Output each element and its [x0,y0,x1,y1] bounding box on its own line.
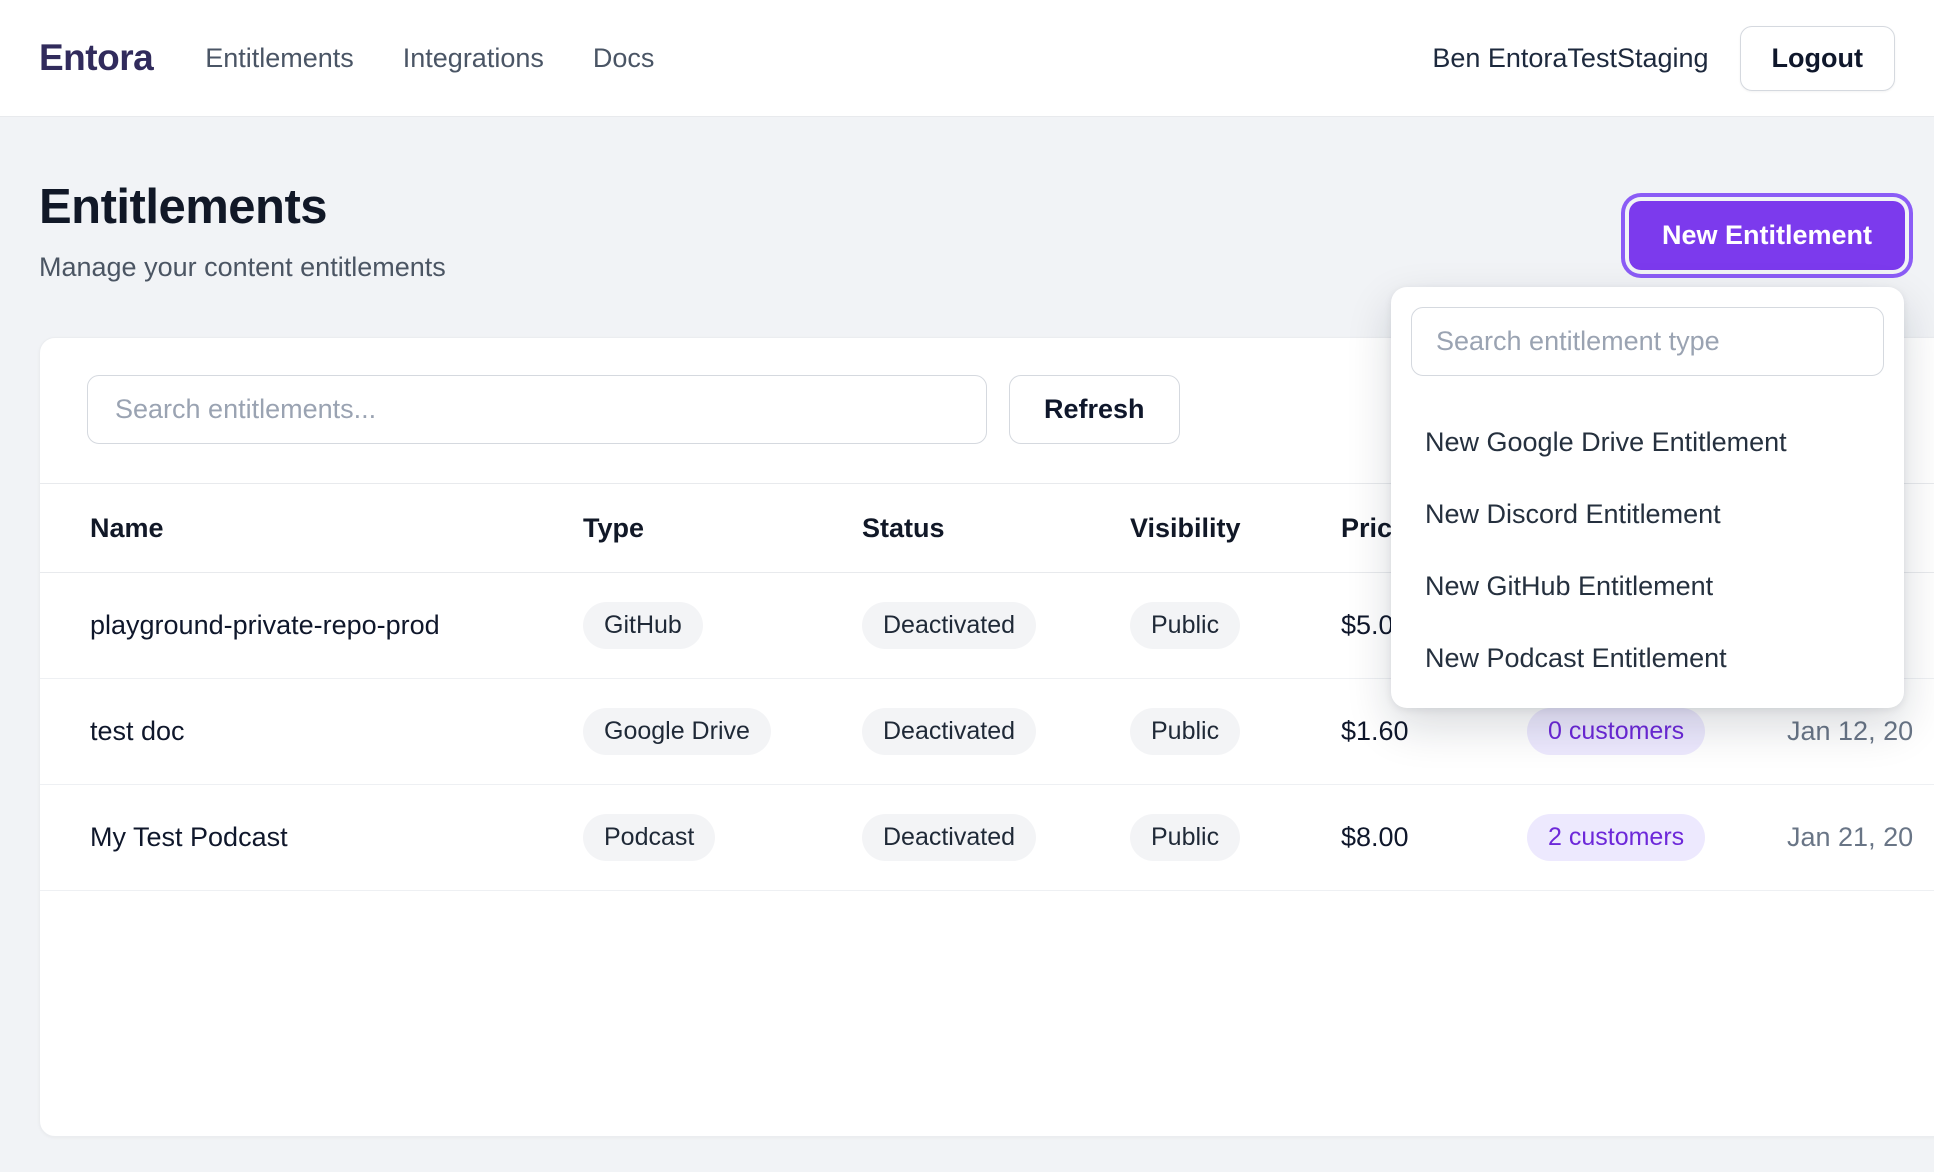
search-entitlements-input[interactable] [87,375,987,444]
user-name: Ben EntoraTestStaging [1432,43,1708,74]
new-entitlement-dropdown: New Google Drive EntitlementNew Discord … [1391,287,1904,708]
new-entitlement-button[interactable]: New Entitlement [1629,201,1905,270]
visibility-cell: Public [1130,602,1341,649]
status-cell: Deactivated [862,708,1130,755]
visibility-badge: Public [1130,814,1240,861]
visibility-cell: Public [1130,708,1341,755]
created-date: Jan 21, 20 [1787,822,1934,853]
dropdown-item[interactable]: New Podcast Entitlement [1411,622,1884,694]
nav-links: Entitlements Integrations Docs [205,43,654,74]
table-row[interactable]: My Test Podcast Podcast Deactivated Publ… [40,785,1934,891]
refresh-button[interactable]: Refresh [1009,375,1180,444]
customers-cell: 2 customers [1527,814,1787,861]
status-cell: Deactivated [862,602,1130,649]
type-cell: GitHub [583,602,862,649]
nav-link[interactable]: Entitlements [205,43,354,74]
entitlement-name: My Test Podcast [90,822,583,853]
customers-badge: 0 customers [1527,708,1705,755]
page-subtitle: Manage your content entitlements [39,252,1895,283]
type-cell: Google Drive [583,708,862,755]
type-cell: Podcast [583,814,862,861]
type-badge: Podcast [583,814,715,861]
price-cell: $8.00 [1341,822,1527,853]
column-header: Name [90,513,583,544]
brand-logo[interactable]: Entora [39,37,153,79]
nav-link[interactable]: Integrations [403,43,544,74]
type-badge: Google Drive [583,708,771,755]
status-badge: Deactivated [862,814,1036,861]
dropdown-item[interactable]: New Google Drive Entitlement [1411,406,1884,478]
type-badge: GitHub [583,602,703,649]
visibility-badge: Public [1130,602,1240,649]
dropdown-item-list: New Google Drive EntitlementNew Discord … [1411,406,1884,694]
column-header: Type [583,513,862,544]
customers-badge: 2 customers [1527,814,1705,861]
top-navbar: Entora Entitlements Integrations Docs Ben … [0,0,1934,117]
dropdown-item[interactable]: New GitHub Entitlement [1411,550,1884,622]
status-badge: Deactivated [862,602,1036,649]
status-badge: Deactivated [862,708,1036,755]
visibility-badge: Public [1130,708,1240,755]
dropdown-item[interactable]: New Discord Entitlement [1411,478,1884,550]
column-header: Status [862,513,1130,544]
entitlement-name: playground-private-repo-prod [90,610,583,641]
created-date: Jan 12, 20 [1787,716,1934,747]
column-header: Visibility [1130,513,1341,544]
page-title: Entitlements [39,179,1895,235]
nav-link[interactable]: Docs [593,43,655,74]
entitlement-name: test doc [90,716,583,747]
logout-button[interactable]: Logout [1740,26,1895,91]
price-cell: $1.60 [1341,716,1527,747]
visibility-cell: Public [1130,814,1341,861]
entitlement-type-search-input[interactable] [1411,307,1884,376]
status-cell: Deactivated [862,814,1130,861]
customers-cell: 0 customers [1527,708,1787,755]
